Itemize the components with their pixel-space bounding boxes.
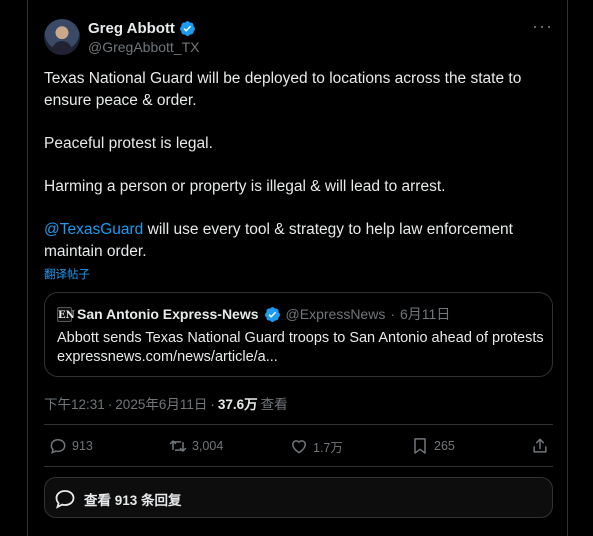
separator: · [390,306,395,322]
views-label: 查看 [260,397,288,412]
translate-post-link[interactable]: 翻译帖子 [44,266,90,282]
tweet-meta: 下午12:31 · 2025年6月11日 · 37.6万 查看 [44,393,288,413]
more-horizontal-icon[interactable]: ··· [532,17,552,37]
divider [44,466,553,467]
heart-icon [291,440,307,454]
tweet-header: Greg Abbott @GregAbbott_TX ··· [44,17,554,59]
share-button[interactable] [530,436,550,456]
action-bar: 913 3,004 1.7万 265 [44,436,553,460]
comment-icon [55,490,75,509]
quote-header: EN San Antonio Express-News @ExpressNews… [57,304,450,324]
bookmark-count: 265 [434,439,455,453]
reply-icon [50,438,66,455]
retweet-count: 3,004 [192,439,224,453]
separator: · [107,397,113,412]
tweet-date[interactable]: 2025年6月11日 [115,393,207,413]
divider [44,424,553,425]
reply-count: 913 [72,439,93,453]
tweet-paragraph: @TexasGuard will use every tool & strate… [44,219,544,263]
author-name[interactable]: Greg Abbott [88,20,175,37]
like-count: 1.7万 [313,440,343,455]
author-handle[interactable]: @GregAbbott_TX [88,39,200,55]
share-icon [533,438,547,453]
tweet-paragraph: Peaceful protest is legal. [44,135,213,152]
bookmark-button[interactable]: 265 [410,436,455,456]
view-count: 37.6万 [217,397,258,412]
quote-date: 6月11日 [400,306,451,322]
view-replies-button[interactable]: 查看 913 条回复 [44,477,553,518]
quoted-card[interactable]: EN San Antonio Express-News @ExpressNews… [44,292,553,377]
retweet-button[interactable]: 3,004 [168,436,223,456]
bookmark-icon [414,438,426,454]
author-name-row: Greg Abbott [88,20,196,37]
quote-title: Abbott sends Texas National Guard troops… [57,330,544,346]
verified-badge-icon [179,21,195,36]
express-news-logo: EN [57,306,75,322]
quote-source-name: San Antonio Express-News [77,306,259,322]
reply-button[interactable]: 913 [48,436,93,456]
avatar[interactable] [44,19,80,55]
tweet-paragraph: Texas National Guard will be deployed to… [44,70,522,109]
tweet-paragraph: Harming a person or property is illegal … [44,178,446,195]
verified-badge-icon [264,306,280,322]
separator: · [210,397,215,412]
quote-link[interactable]: expressnews.com/news/article/a... [57,349,278,365]
retweet-icon [169,440,187,452]
tweet-text: Texas National Guard will be deployed to… [44,68,544,263]
mention-link[interactable]: @TexasGuard [44,221,143,238]
like-button[interactable]: 1.7万 [289,436,343,456]
tweet-time[interactable]: 下午12:31 [44,393,105,413]
quote-source-handle: @ExpressNews [285,306,386,322]
view-replies-label: 查看 913 条回复 [84,493,182,508]
